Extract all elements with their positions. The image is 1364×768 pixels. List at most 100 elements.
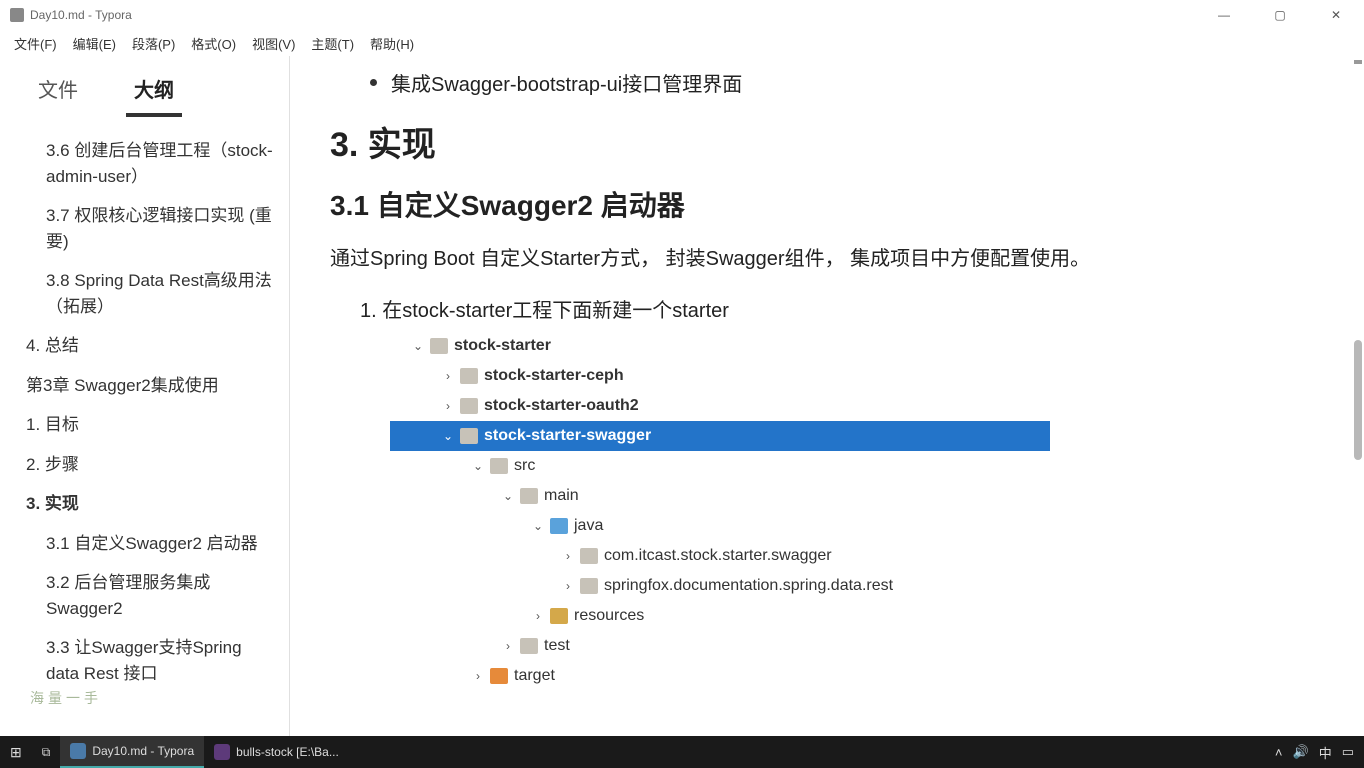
tree-row[interactable]: › resources	[390, 601, 1050, 631]
folder-icon	[580, 548, 598, 564]
tab-files[interactable]: 文件	[30, 68, 86, 117]
tree-row[interactable]: ⌄ stock-starter-swagger	[390, 421, 1050, 451]
typora-icon	[70, 743, 86, 759]
tree-row[interactable]: ⌄ main	[390, 481, 1050, 511]
chevron-right-icon[interactable]: ›	[560, 549, 576, 563]
ime-indicator[interactable]: 中	[1319, 743, 1332, 762]
folder-icon	[520, 488, 538, 504]
bullet-text: 集成Swagger-bootstrap-ui接口管理界面	[391, 68, 742, 97]
scrollbar-indicator[interactable]	[1354, 60, 1362, 64]
tree-row[interactable]: › com.itcast.stock.starter.swagger	[390, 541, 1050, 571]
outline-item[interactable]: 3.3 让Swagger支持Spring data Rest 接口	[18, 628, 285, 693]
chevron-down-icon[interactable]: ⌄	[470, 459, 486, 473]
chevron-down-icon[interactable]: ⌄	[530, 519, 546, 533]
outline-item[interactable]: 3.6 创建后台管理工程（stock-admin-user）	[18, 131, 285, 196]
outline-item[interactable]: 3. 实现	[18, 484, 285, 524]
menu-view[interactable]: 视图(V)	[244, 32, 303, 55]
intellij-icon	[214, 744, 230, 760]
chevron-right-icon[interactable]: ›	[560, 579, 576, 593]
outline-item[interactable]: 3.7 权限核心逻辑接口实现 (重要)	[18, 196, 285, 261]
tree-row[interactable]: › springfox.documentation.spring.data.res…	[390, 571, 1050, 601]
ordered-item: 1. 在stock-starter工程下面新建一个starter	[360, 294, 1324, 323]
outline-item[interactable]: 3.8 Spring Data Rest高级用法（拓展）	[18, 261, 285, 326]
folder-icon	[580, 578, 598, 594]
menu-file[interactable]: 文件(F)	[6, 32, 65, 55]
heading-1: 3. 实现	[330, 117, 1324, 166]
chevron-down-icon[interactable]: ⌄	[500, 489, 516, 503]
taskbar-app-idea[interactable]: bulls-stock [E:\Ba...	[204, 736, 349, 768]
ide-tree-panel: ⌄stock-starter›stock-starter-ceph›stock-…	[390, 331, 1050, 691]
tree-label: java	[574, 517, 603, 535]
taskbar-app-typora[interactable]: Day10.md - Typora	[60, 736, 204, 768]
sidebar: 文件 大纲 3.6 创建后台管理工程（stock-admin-user）3.7 …	[0, 56, 290, 736]
tree-row[interactable]: ⌄ java	[390, 511, 1050, 541]
maximize-button[interactable]: ▢	[1262, 8, 1298, 22]
chevron-right-icon[interactable]: ›	[440, 369, 456, 383]
folder-icon	[430, 338, 448, 354]
tab-outline[interactable]: 大纲	[126, 68, 182, 117]
paragraph: 通过Spring Boot 自定义Starter方式， 封装Swagger组件，…	[330, 242, 1324, 276]
chevron-right-icon[interactable]: ›	[500, 639, 516, 653]
sidebar-tabs: 文件 大纲	[0, 68, 289, 117]
menu-help[interactable]: 帮助(H)	[362, 32, 422, 55]
close-button[interactable]: ✕	[1318, 8, 1354, 22]
chevron-down-icon[interactable]: ⌄	[410, 339, 426, 353]
chevron-right-icon[interactable]: ›	[530, 609, 546, 623]
tree-label: src	[514, 457, 535, 475]
tree-row[interactable]: › target	[390, 661, 1050, 691]
tree-row[interactable]: › test	[390, 631, 1050, 661]
folder-icon	[460, 428, 478, 444]
chevron-down-icon[interactable]: ⌄	[440, 429, 456, 443]
tree-label: stock-starter-swagger	[484, 427, 651, 445]
folder-icon	[460, 398, 478, 414]
taskbar-app-label-2: bulls-stock [E:\Ba...	[236, 745, 339, 759]
outline-item[interactable]: 1. 目标	[18, 405, 285, 445]
outline-item[interactable]: 3.1 自定义Swagger2 启动器	[18, 524, 285, 564]
folder-icon	[520, 638, 538, 654]
tree-label: test	[544, 637, 570, 655]
tree-row[interactable]: ›stock-starter-oauth2	[390, 391, 1050, 421]
tree-row[interactable]: › stock-starter-ceph	[390, 361, 1050, 391]
bullet-dot-icon	[370, 79, 377, 86]
outline-item[interactable]: 3.2 后台管理服务集成Swagger2	[18, 563, 285, 628]
folder-icon	[490, 458, 508, 474]
start-button[interactable]: ⊞	[0, 736, 32, 768]
menu-paragraph[interactable]: 段落(P)	[124, 32, 183, 55]
menu-edit[interactable]: 编辑(E)	[65, 32, 124, 55]
menu-bar: 文件(F) 编辑(E) 段落(P) 格式(O) 视图(V) 主题(T) 帮助(H…	[0, 30, 1364, 56]
tree-label: springfox.documentation.spring.data.rest	[604, 577, 893, 595]
folder-icon	[550, 518, 568, 534]
tree-label: resources	[574, 607, 644, 625]
minimize-button[interactable]: —	[1206, 8, 1242, 22]
outline-item[interactable]: 4. 总结	[18, 326, 285, 366]
editor-content[interactable]: 集成Swagger-bootstrap-ui接口管理界面 3. 实现 3.1 自…	[290, 56, 1364, 736]
task-view-button[interactable]: ⧉	[32, 736, 61, 768]
tree-label: stock-starter-ceph	[484, 367, 624, 385]
system-tray: ˄ 🔊 中 ▭	[1275, 743, 1364, 762]
window-title: Day10.md - Typora	[30, 8, 1206, 22]
title-bar: Day10.md - Typora — ▢ ✕	[0, 0, 1364, 30]
window-controls: — ▢ ✕	[1206, 8, 1354, 22]
outline-list[interactable]: 3.6 创建后台管理工程（stock-admin-user）3.7 权限核心逻辑…	[0, 117, 289, 736]
taskbar-app-label-1: Day10.md - Typora	[92, 744, 194, 758]
content-scrollbar[interactable]	[1354, 340, 1362, 460]
tray-chevron-icon[interactable]: ˄	[1275, 745, 1283, 760]
chevron-right-icon[interactable]: ›	[470, 669, 486, 683]
outline-item[interactable]: 2. 步骤	[18, 445, 285, 485]
tree-label: stock-starter	[454, 337, 551, 355]
app-icon	[10, 8, 24, 22]
tree-row[interactable]: ⌄ stock-starter	[390, 331, 1050, 361]
tree-label: com.itcast.stock.starter.swagger	[604, 547, 832, 565]
volume-icon[interactable]: 🔊	[1293, 744, 1309, 760]
menu-theme[interactable]: 主题(T)	[303, 32, 362, 55]
chevron-right-icon[interactable]: ›	[440, 399, 456, 413]
tree-label: main	[544, 487, 579, 505]
taskbar[interactable]: ⊞ ⧉ Day10.md - Typora bulls-stock [E:\Ba…	[0, 736, 1364, 768]
bullet-item: 集成Swagger-bootstrap-ui接口管理界面	[370, 68, 1324, 97]
outline-item[interactable]: 第3章 Swagger2集成使用	[18, 366, 285, 406]
tree-row[interactable]: ⌄ src	[390, 451, 1050, 481]
notifications-icon[interactable]: ▭	[1342, 744, 1354, 760]
heading-2: 3.1 自定义Swagger2 启动器	[330, 184, 1324, 224]
tree-label: target	[514, 667, 555, 685]
menu-format[interactable]: 格式(O)	[183, 32, 244, 55]
